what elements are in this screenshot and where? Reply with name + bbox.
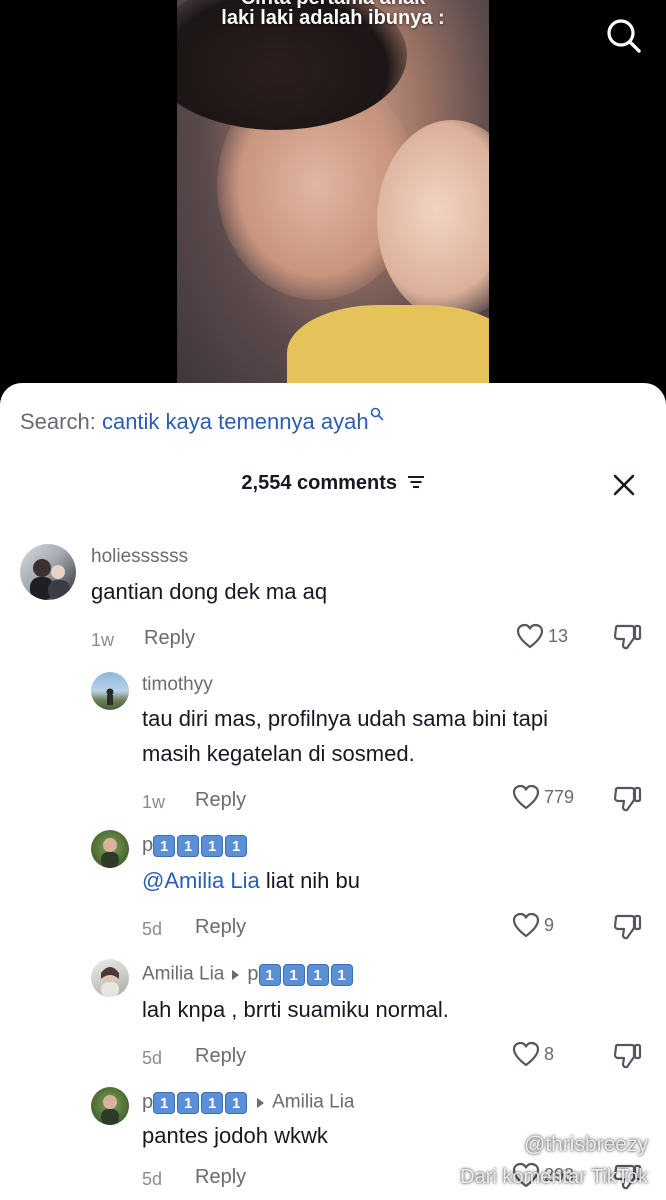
number-badge: 1 — [330, 963, 353, 986]
heart-icon — [512, 784, 540, 810]
comment-time: 1w — [91, 630, 115, 650]
avatar[interactable] — [91, 672, 129, 710]
search-query-link[interactable]: cantik kaya temennya ayah — [102, 409, 369, 434]
video-caption-line1: Cinta pertama anak — [177, 0, 489, 10]
avatar[interactable] — [20, 544, 76, 600]
reply-to-username[interactable]: Amilia Lia — [272, 1092, 354, 1113]
like-count: 13 — [548, 625, 569, 646]
number-badge: 1 — [177, 834, 200, 857]
dislike-icon[interactable] — [612, 912, 642, 942]
number-badge: 1 — [153, 1091, 176, 1114]
comment-time: 5d — [142, 919, 163, 939]
comment-text: pantes jodoh wkwk — [142, 1123, 328, 1148]
heart-icon — [516, 623, 544, 649]
number-badge: 1 — [177, 1091, 200, 1114]
comment-item: Amilia Lia p 1 1 1 1 lah knpa , brrti suamiku… — [0, 955, 666, 1075]
comment-time: 5d — [142, 1048, 163, 1068]
like-button[interactable]: 8 — [512, 1041, 554, 1067]
dislike-icon[interactable] — [612, 784, 642, 814]
like-count: 779 — [544, 786, 575, 807]
comment-username[interactable]: holiessssss — [91, 546, 188, 568]
like-button[interactable]: 779 — [512, 784, 574, 810]
number-badge: 1 — [258, 963, 281, 986]
comment-text: lah knpa , brrti suamiku normal. — [142, 997, 449, 1022]
number-badge: 1 — [225, 1091, 248, 1114]
reply-button[interactable]: Reply — [195, 1166, 246, 1189]
heart-icon — [512, 1041, 540, 1067]
number-badge: 1 — [201, 834, 224, 857]
comment-username[interactable]: Amilia Lia p 1 1 1 1 — [142, 963, 355, 986]
dislike-icon[interactable] — [612, 622, 642, 652]
username-prefix: p — [142, 834, 154, 856]
like-button[interactable]: 13 — [516, 623, 568, 649]
watermark-source: Dari komentar TikTok — [460, 1166, 648, 1188]
filter-icon[interactable] — [407, 475, 425, 489]
comment-text: gantian dong dek ma aq — [91, 579, 328, 604]
like-button[interactable]: 9 — [512, 912, 554, 938]
reply-button[interactable]: Reply — [195, 916, 246, 939]
search-label: Search: — [20, 409, 96, 434]
reply-button[interactable]: Reply — [195, 789, 246, 812]
close-icon[interactable] — [612, 473, 636, 497]
reply-arrow-icon — [232, 969, 240, 980]
comment-username[interactable]: timothyy — [142, 674, 213, 696]
search-suggestion[interactable]: Search: cantik kaya temennya ayah — [20, 407, 384, 435]
reply-to-prefix[interactable]: p — [247, 963, 258, 985]
comment-text: @Amilia Lia liat nih bu — [142, 863, 360, 898]
like-count: 9 — [544, 914, 555, 935]
mention-link[interactable]: @Amilia Lia — [142, 868, 260, 893]
search-icon — [370, 407, 383, 421]
comments-sheet: Search: cantik kaya temennya ayah 2,554 … — [0, 383, 666, 1200]
avatar[interactable] — [91, 830, 129, 868]
number-badge: 1 — [225, 834, 248, 857]
reply-arrow-icon — [257, 1097, 265, 1108]
like-count: 8 — [544, 1043, 555, 1064]
video-frame[interactable] — [177, 0, 489, 400]
comment-time: 1w — [142, 792, 166, 812]
comment-item: p1111 @Amilia Lia liat nih bu 5d Reply 9 — [0, 826, 666, 946]
avatar[interactable] — [91, 959, 129, 997]
comment-text-line2: masih kegatelan di sosmed. — [142, 741, 415, 766]
video-player[interactable]: Cinta pertama anak laki laki adalah ibun… — [0, 0, 666, 400]
comment-time: 5d — [142, 1169, 163, 1189]
comment-text-line1: tau diri mas, profilnya udah sama bini t… — [142, 706, 548, 731]
number-badge: 1 — [306, 963, 329, 986]
username-prefix: p — [142, 1091, 154, 1113]
comments-count: 2,554 comments — [241, 472, 398, 494]
comment-username[interactable]: p 1 1 1 1 Amilia Lia — [142, 1091, 355, 1114]
comments-count-header: 2,554 comments — [0, 472, 666, 495]
search-icon[interactable] — [604, 16, 644, 56]
video-caption: Cinta pertama anak laki laki adalah ibun… — [177, 0, 489, 30]
dislike-icon[interactable] — [612, 1041, 642, 1071]
comment-item: holiessssss gantian dong dek ma aq 1w Re… — [0, 538, 666, 658]
number-badge: 1 — [201, 1091, 224, 1114]
username[interactable]: Amilia Lia — [142, 964, 224, 985]
reply-button[interactable]: Reply — [195, 1045, 246, 1068]
avatar[interactable] — [91, 1087, 129, 1125]
watermark-handle: @thrisbreezy — [523, 1133, 648, 1156]
comment-item: timothyy tau diri mas, profilnya udah sa… — [0, 666, 666, 821]
comment-body: liat nih bu — [265, 868, 361, 893]
number-badge: 1 — [282, 963, 305, 986]
heart-icon — [512, 912, 540, 938]
comment-username[interactable]: p1111 — [142, 834, 249, 857]
reply-button[interactable]: Reply — [144, 627, 195, 650]
number-badge: 1 — [153, 834, 176, 857]
